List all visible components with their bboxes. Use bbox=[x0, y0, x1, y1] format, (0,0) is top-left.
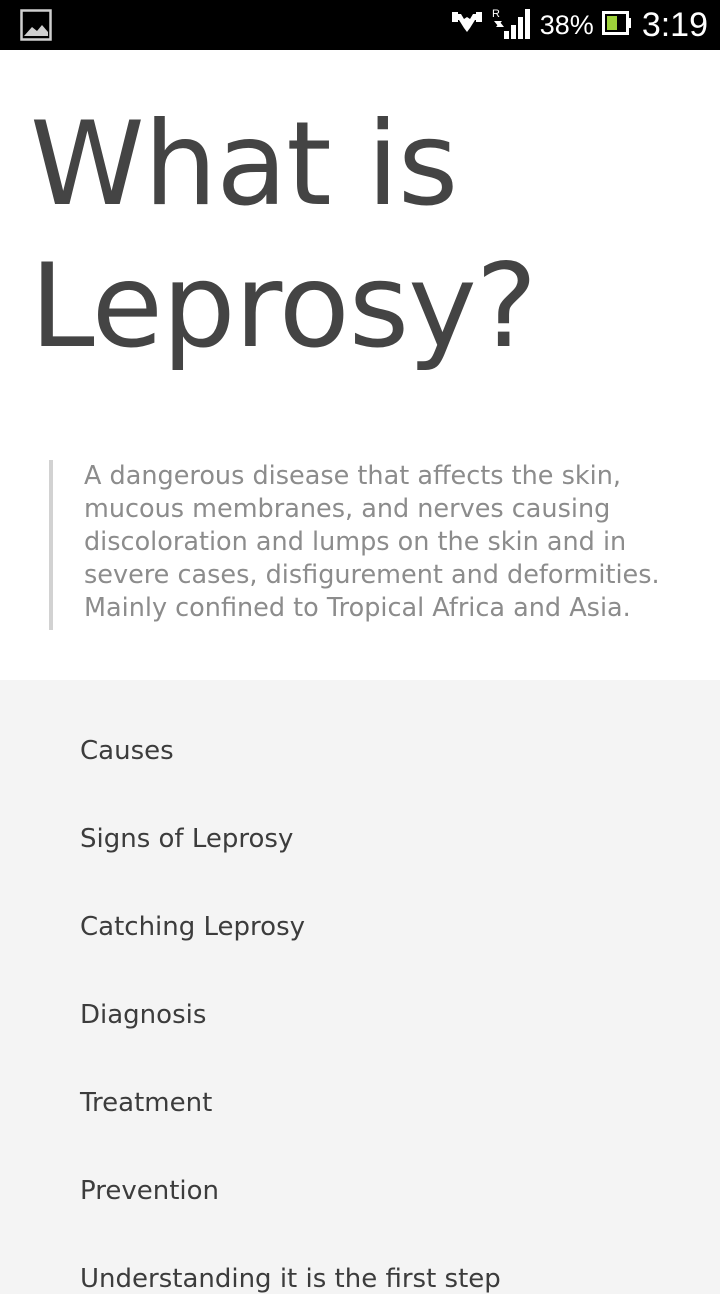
menu-item-prevention[interactable]: Prevention bbox=[80, 1176, 219, 1206]
topic-menu: Causes Signs of Leprosy Catching Leprosy… bbox=[0, 680, 720, 1294]
svg-text:R: R bbox=[492, 8, 500, 20]
quote-divider bbox=[49, 460, 53, 630]
menu-item-treatment[interactable]: Treatment bbox=[80, 1088, 212, 1118]
menu-item-catching-leprosy[interactable]: Catching Leprosy bbox=[80, 912, 305, 942]
description-text: A dangerous disease that affects the ski… bbox=[84, 461, 660, 623]
menu-item-causes[interactable]: Causes bbox=[80, 736, 174, 766]
clock: 3:19 bbox=[641, 5, 708, 44]
status-bar: R 38% 3:19 bbox=[0, 0, 720, 50]
hero-section: What is Leprosy? A dangerous disease tha… bbox=[0, 50, 720, 680]
menu-item-understanding[interactable]: Understanding it is the first step bbox=[80, 1264, 501, 1294]
battery-icon bbox=[601, 11, 632, 39]
handshake-icon bbox=[451, 10, 482, 40]
signal-roaming-icon: R bbox=[492, 7, 530, 43]
menu-item-signs-of-leprosy[interactable]: Signs of Leprosy bbox=[80, 824, 293, 854]
image-icon bbox=[20, 9, 52, 41]
page-title: What is Leprosy? bbox=[30, 97, 537, 374]
status-icons: R 38% 3:19 bbox=[451, 0, 708, 50]
battery-percentage: 38% bbox=[539, 9, 594, 40]
menu-item-diagnosis[interactable]: Diagnosis bbox=[80, 1000, 206, 1030]
